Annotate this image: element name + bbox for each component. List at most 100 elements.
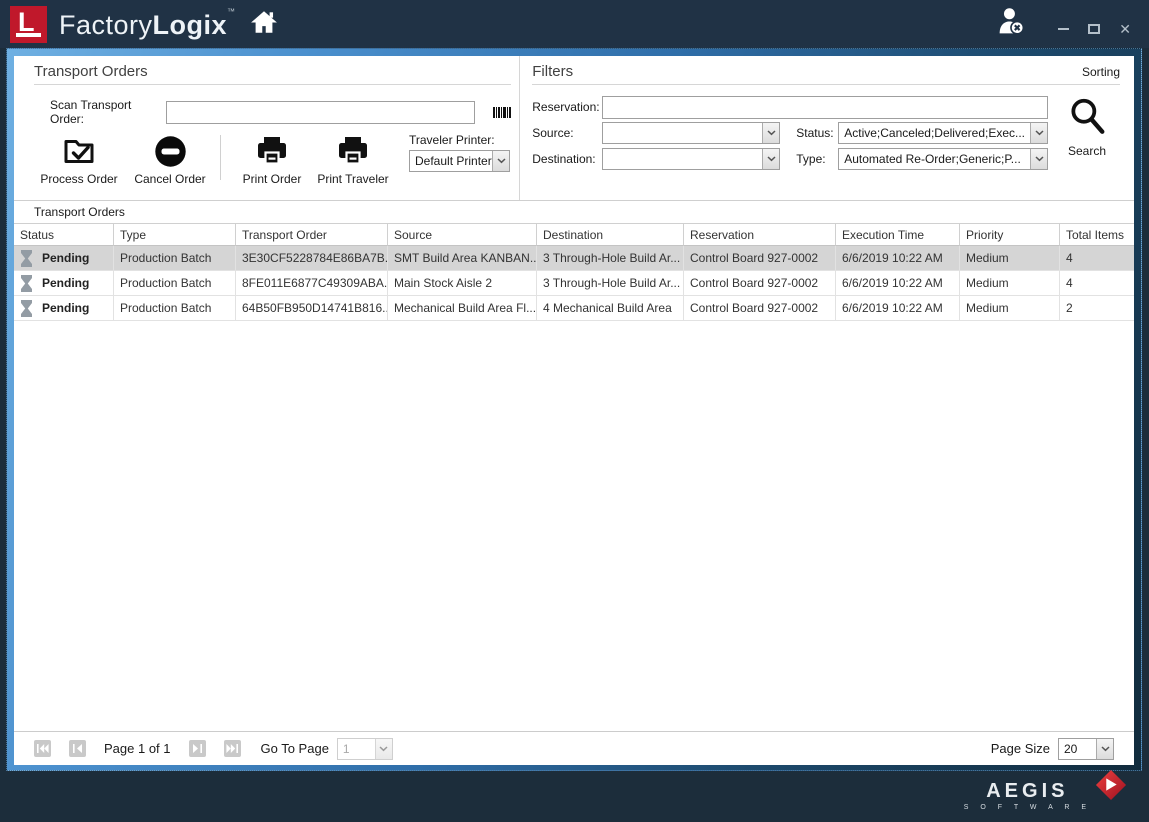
first-page-icon xyxy=(37,740,49,758)
scan-row: Scan Transport Order: xyxy=(34,98,511,126)
destination-combo[interactable] xyxy=(602,148,780,170)
pagination-bar: Page 1 of 1 Go To Page 1 xyxy=(14,731,1134,765)
home-button[interactable] xyxy=(250,9,278,40)
chevron-down-icon[interactable] xyxy=(492,151,509,171)
transport-orders-rule xyxy=(34,84,511,85)
column-header-source[interactable]: Source xyxy=(388,223,537,246)
source-label: Source: xyxy=(532,126,602,140)
chevron-down-icon[interactable] xyxy=(375,739,392,759)
printer-icon xyxy=(335,133,371,169)
table-row[interactable]: Pending Production Batch 64B50FB950D1474… xyxy=(14,296,1134,321)
filters-rule xyxy=(532,84,1120,85)
chevron-down-icon[interactable] xyxy=(762,123,779,143)
table-row[interactable]: Pending Production Batch 3E30CF5228784E8… xyxy=(14,246,1134,271)
logout-user-button[interactable] xyxy=(995,5,1028,43)
status-text: Pending xyxy=(42,251,89,265)
pager-right: Page Size 20 xyxy=(991,738,1114,760)
reservation-cell: Control Board 927-0002 xyxy=(684,296,836,321)
cancel-order-button[interactable]: Cancel Order xyxy=(124,133,216,186)
search-button[interactable]: Search xyxy=(1054,96,1120,172)
close-icon[interactable]: ✕ xyxy=(1119,24,1131,34)
status-label: Status: xyxy=(796,126,838,140)
transport-order-cell: 3E30CF5228784E86BA7B... xyxy=(236,246,388,271)
destination-cell: 3 Through-Hole Build Ar... xyxy=(537,246,684,271)
page-size-combo[interactable]: 20 xyxy=(1058,738,1114,760)
status-value: Active;Canceled;Delivered;Exec... xyxy=(839,126,1030,140)
aegis-software-text: S O F T W A R E xyxy=(964,804,1091,811)
cancel-circle-icon xyxy=(154,133,187,169)
last-page-button[interactable] xyxy=(224,740,241,757)
reservation-input[interactable] xyxy=(602,96,1048,119)
home-icon xyxy=(250,9,278,40)
factorylogix-logo: L xyxy=(10,6,47,43)
go-to-page-value: 1 xyxy=(338,742,375,756)
column-header-type[interactable]: Type xyxy=(114,223,236,246)
hourglass-icon xyxy=(20,250,33,267)
source-combo[interactable] xyxy=(602,122,780,144)
transport-orders-title: Transport Orders xyxy=(34,63,148,80)
chevron-down-icon[interactable] xyxy=(1030,149,1047,169)
scan-transport-order-input[interactable] xyxy=(166,101,476,124)
previous-page-button[interactable] xyxy=(69,740,86,757)
cancel-order-label: Cancel Order xyxy=(134,172,205,186)
sorting-link[interactable]: Sorting xyxy=(1082,65,1120,79)
brand-factory: Factory xyxy=(59,10,153,40)
search-label: Search xyxy=(1068,144,1106,158)
type-cell: Production Batch xyxy=(114,296,236,321)
print-traveler-button[interactable]: Print Traveler xyxy=(309,133,397,186)
column-header-reservation[interactable]: Reservation xyxy=(684,223,836,246)
column-header-destination[interactable]: Destination xyxy=(537,223,684,246)
first-page-button[interactable] xyxy=(34,740,51,757)
execution-time-cell: 6/6/2019 10:22 AM xyxy=(836,246,960,271)
scan-transport-order-label: Scan Transport Order: xyxy=(50,98,158,126)
column-header-transport-order[interactable]: Transport Order xyxy=(236,223,388,246)
user-x-icon xyxy=(995,25,1028,42)
chevron-down-icon[interactable] xyxy=(1030,123,1047,143)
app-window: L FactoryLogix™ xyxy=(0,0,1149,822)
search-icon xyxy=(1067,96,1107,143)
column-header-execution-time[interactable]: Execution Time xyxy=(836,223,960,246)
column-header-total-items[interactable]: Total Items xyxy=(1060,223,1134,246)
column-header-status[interactable]: Status xyxy=(14,223,114,246)
go-to-page-combo[interactable]: 1 xyxy=(337,738,393,760)
barcode-icon xyxy=(493,107,511,118)
top-section: Transport Orders Scan Transport Order: xyxy=(14,56,1134,200)
aegis-wordmark: AEGIS S O F T W A R E xyxy=(964,780,1091,811)
type-value: Automated Re-Order;Generic;P... xyxy=(839,152,1030,166)
filters-fields: Reservation: Source: xyxy=(532,94,1048,172)
aegis-diamond-icon xyxy=(1095,769,1127,806)
next-page-button[interactable] xyxy=(189,740,206,757)
reservation-cell: Control Board 927-0002 xyxy=(684,271,836,296)
traveler-printer-combo[interactable]: Default Printer xyxy=(409,150,510,172)
table-row[interactable]: Pending Production Batch 8FE011E6877C493… xyxy=(14,271,1134,296)
chevron-down-icon[interactable] xyxy=(762,149,779,169)
folder-check-icon xyxy=(59,133,99,169)
type-combo[interactable]: Automated Re-Order;Generic;P... xyxy=(838,148,1048,170)
maximize-icon[interactable] xyxy=(1088,24,1100,34)
execution-time-cell: 6/6/2019 10:22 AM xyxy=(836,271,960,296)
filters-title: Filters xyxy=(532,63,573,80)
toolbar: Process Order Cancel Order xyxy=(34,133,511,186)
grid-section: Transport Orders Status Type Transport O… xyxy=(14,200,1134,765)
destination-type-row: Destination: Type: Automated Re-Order xyxy=(532,146,1048,172)
titlebar: L FactoryLogix™ xyxy=(0,0,1149,48)
print-order-button[interactable]: Print Order xyxy=(235,133,309,186)
status-text: Pending xyxy=(42,301,89,315)
last-page-icon xyxy=(226,740,238,758)
printer-icon xyxy=(254,133,290,169)
grid-tab-transport-orders[interactable]: Transport Orders xyxy=(14,201,1134,223)
minimize-icon[interactable] xyxy=(1058,28,1069,30)
column-header-priority[interactable]: Priority xyxy=(960,223,1060,246)
status-cell: Pending xyxy=(14,296,114,321)
traveler-printer-field: Traveler Printer: Default Printer xyxy=(409,133,510,172)
reservation-cell: Control Board 927-0002 xyxy=(684,246,836,271)
next-page-icon xyxy=(192,740,202,758)
page-indicator: Page 1 of 1 xyxy=(104,741,171,756)
process-order-button[interactable]: Process Order xyxy=(34,133,124,186)
status-combo[interactable]: Active;Canceled;Delivered;Exec... xyxy=(838,122,1048,144)
chevron-down-icon[interactable] xyxy=(1096,739,1113,759)
status-cell: Pending xyxy=(14,246,114,271)
total-items-cell: 4 xyxy=(1060,246,1134,271)
app-title: FactoryLogix™ xyxy=(59,7,236,41)
traveler-printer-value: Default Printer xyxy=(410,154,492,168)
